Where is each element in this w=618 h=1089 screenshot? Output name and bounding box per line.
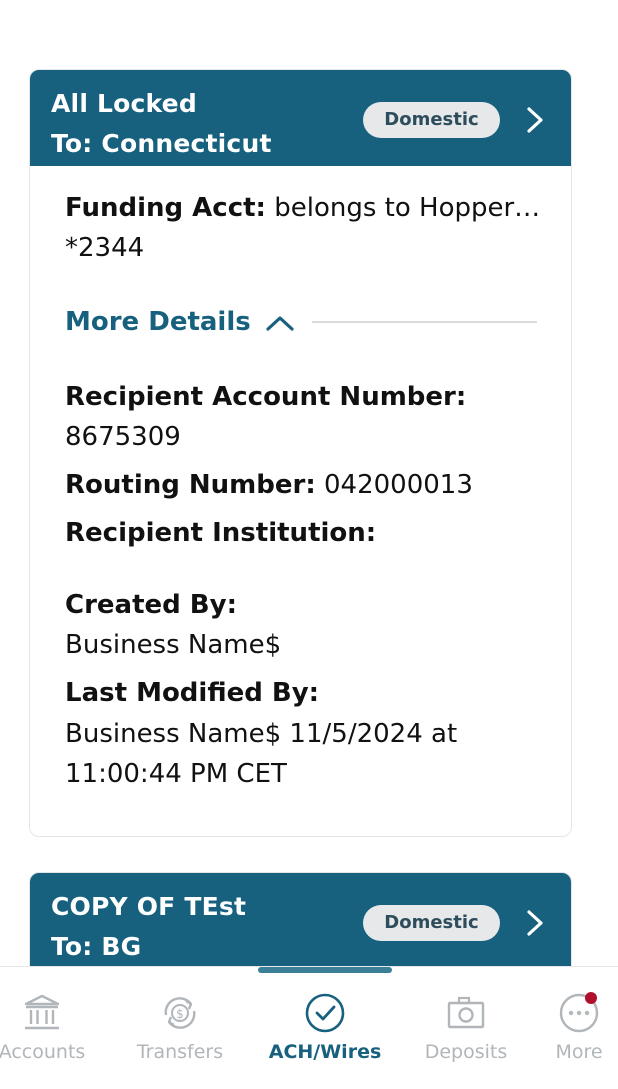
tab-accounts[interactable]: Accounts — [0, 967, 107, 1089]
svg-text:$: $ — [176, 1007, 184, 1021]
more-icon — [559, 992, 599, 1033]
card-header[interactable]: All Locked To: Connecticut Domestic — [30, 70, 571, 166]
divider — [312, 321, 537, 323]
recipient-name: To: BG — [51, 932, 142, 961]
more-details-toggle[interactable]: More Details — [65, 302, 295, 342]
domestic-badge: Domestic — [363, 905, 500, 941]
card-header[interactable]: COPY OF TEst To: BG Domestic — [30, 873, 571, 969]
bank-icon — [24, 994, 60, 1030]
funding-account-number: *2344 — [65, 233, 145, 263]
check-circle-icon — [305, 993, 345, 1033]
routing-number-row: Routing Number: 042000013 — [65, 465, 473, 505]
funding-account-row: Funding Acct: belongs to Hopper… — [65, 188, 540, 228]
transfer-icon: $ — [164, 997, 196, 1029]
drag-handle[interactable] — [258, 967, 392, 973]
funding-account-value: belongs to Hopper… — [265, 193, 541, 223]
notification-dot — [585, 992, 597, 1004]
last-modified-value-line1: Business Name$ 11/5/2024 at — [65, 719, 458, 749]
more-details-label: More Details — [65, 307, 251, 337]
last-modified-label: Last Modified By: — [65, 678, 320, 708]
bottom-tab-bar: Accounts $ Transfers ACH/Wires Deposits — [0, 966, 618, 1089]
chevron-up-icon — [266, 315, 294, 331]
recipient-name: To: Connecticut — [51, 129, 272, 158]
created-by-value: Business Name$ — [65, 630, 282, 660]
card-title: COPY OF TEst To: BG — [51, 887, 246, 967]
chevron-right-icon[interactable] — [518, 906, 552, 940]
template-name: All Locked — [51, 89, 197, 118]
funding-account-label: Funding Acct: — [65, 193, 266, 223]
tab-ach-wires[interactable]: ACH/Wires — [260, 967, 390, 1089]
recipient-account-value: 8675309 — [65, 422, 181, 452]
routing-number-label: Routing Number: — [65, 470, 316, 500]
tab-label: Transfers — [136, 1041, 224, 1063]
tab-transfers[interactable]: $ Transfers — [115, 967, 245, 1089]
recipient-institution-label: Recipient Institution: — [65, 518, 377, 548]
ach-template-card: All Locked To: Connecticut Domestic Fund… — [29, 69, 572, 837]
tab-label: Deposits — [424, 1041, 508, 1063]
template-name: COPY OF TEst — [51, 892, 247, 921]
camera-icon — [447, 996, 485, 1029]
tab-label: Accounts — [0, 1041, 86, 1063]
domestic-badge: Domestic — [363, 102, 500, 138]
last-modified-value-line2: 11:00:44 PM CET — [65, 759, 287, 789]
recipient-account-label: Recipient Account Number: — [65, 382, 467, 412]
created-by-label: Created By: — [65, 590, 237, 620]
routing-number-value: 042000013 — [315, 470, 473, 500]
tab-label: More — [555, 1041, 603, 1063]
tab-label: ACH/Wires — [268, 1041, 382, 1063]
chevron-right-icon[interactable] — [518, 103, 552, 137]
tab-deposits[interactable]: Deposits — [401, 967, 531, 1089]
card-title: All Locked To: Connecticut — [51, 84, 272, 164]
tab-more[interactable]: More — [514, 967, 618, 1089]
